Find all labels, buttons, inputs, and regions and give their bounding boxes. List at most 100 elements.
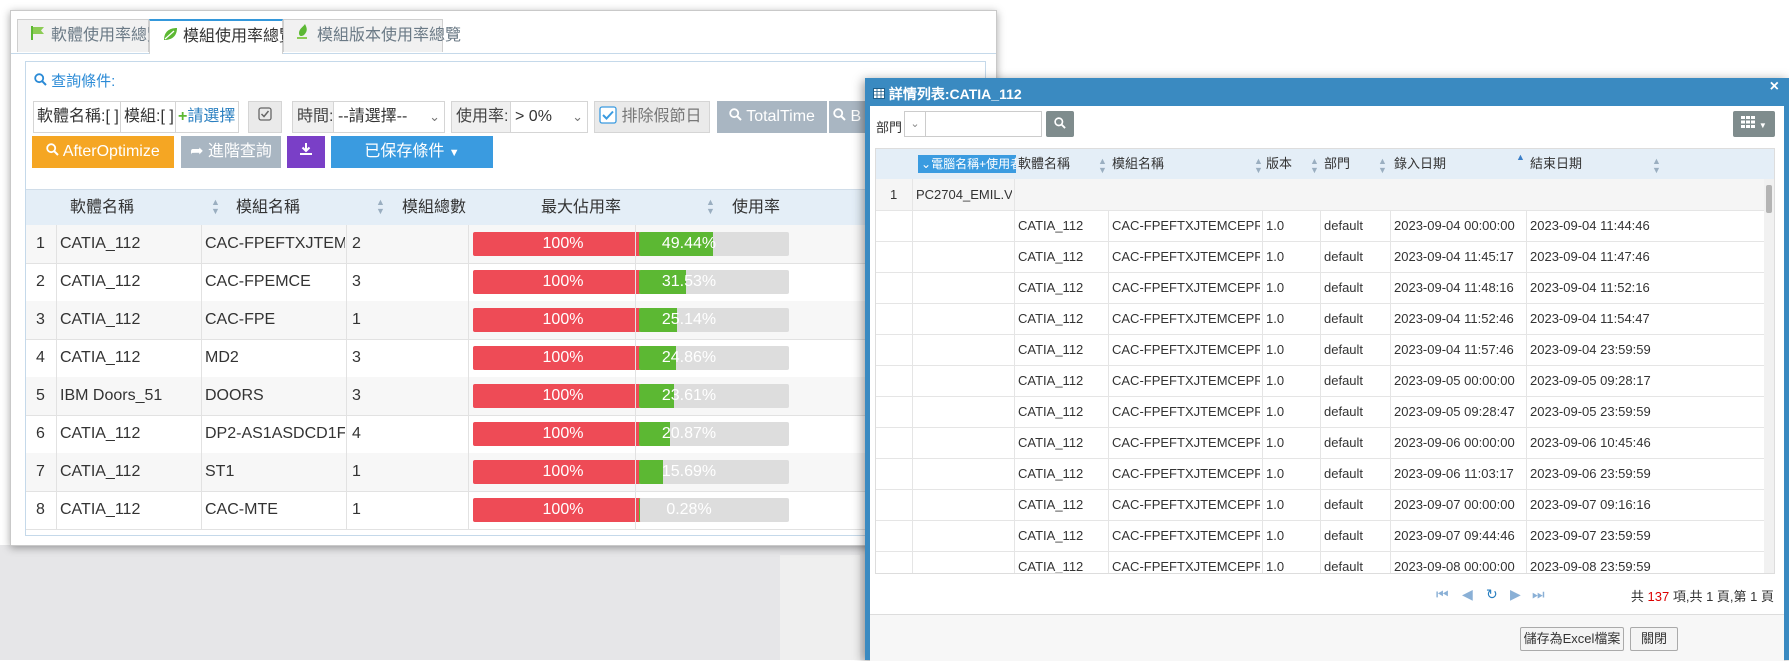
b-button[interactable]: B: [829, 101, 869, 133]
table-row[interactable]: 5IBM Doors_51DOORS3100%23.61%: [26, 377, 976, 416]
cell-divider: [1108, 334, 1109, 365]
search-icon: [833, 108, 850, 125]
table-row[interactable]: CATIA_112CAC-FPEFTXJTEMCEPRXTRE1.0defaul…: [876, 458, 1775, 490]
column-header-module[interactable]: 模組名稱: [1112, 149, 1164, 179]
usage-bar: 49.44%: [639, 232, 789, 256]
table-row[interactable]: CATIA_112CAC-FPEFTXJTEMCEPRXTRE1.0defaul…: [876, 396, 1775, 428]
next-page-icon[interactable]: ▶: [1510, 586, 1521, 603]
group-by-chip[interactable]: ⌄電腦名稱+使用者名: [918, 155, 1016, 173]
table-row[interactable]: 4CATIA_112MD23100%24.86%: [26, 339, 976, 378]
prev-page-icon[interactable]: ◀: [1462, 586, 1473, 603]
table-row[interactable]: 3CATIA_112CAC-FPE1100%25.14%: [26, 301, 976, 340]
scrollbar-thumb[interactable]: [1766, 185, 1772, 213]
table-row[interactable]: CATIA_112CAC-FPEFTXJTEMCEPRXTRE1.0defaul…: [876, 210, 1775, 242]
cell-divider: [1262, 427, 1263, 458]
grid-icon: [1741, 116, 1759, 131]
save-excel-button[interactable]: 儲存為Excel檔案: [1520, 627, 1624, 651]
background-shape: [780, 555, 860, 660]
time-select[interactable]: --請選擇-- ⌄: [333, 101, 445, 133]
advanced-query-button[interactable]: ➦ 進階查詢: [181, 136, 281, 168]
usage-bar: 20.87%: [639, 422, 789, 446]
search-button[interactable]: [1046, 111, 1074, 137]
table-row[interactable]: CATIA_112CAC-FPEFTXJTEMCEPRXTRE1.0defaul…: [876, 365, 1775, 397]
first-page-icon[interactable]: ⏮: [1436, 586, 1449, 603]
start-date-cell: 2023-09-07 09:44:46: [1394, 520, 1515, 551]
table-row[interactable]: CATIA_112CAC-FPEFTXJTEMCEPRXTRE1.0defaul…: [876, 427, 1775, 459]
sort-icon[interactable]: ▲▼: [1378, 157, 1387, 175]
row-index: 2: [36, 263, 45, 301]
plus-icon: +: [178, 108, 187, 125]
after-optimize-button[interactable]: AfterOptimize: [32, 136, 174, 168]
last-page-icon[interactable]: ⏭: [1532, 586, 1545, 603]
sort-icon[interactable]: ▲▼: [1254, 157, 1263, 175]
checkbox-toggle-button[interactable]: [248, 101, 282, 133]
cell-divider: [1526, 241, 1527, 272]
table-row[interactable]: 7CATIA_112ST11100%15.69%: [26, 453, 976, 492]
cell-divider: [912, 427, 913, 458]
cell-divider: [346, 491, 347, 529]
usage-select[interactable]: > 0% ⌄: [510, 101, 588, 133]
usage-select-value: > 0%: [515, 108, 552, 125]
sort-asc-icon[interactable]: ▲: [1516, 153, 1525, 162]
saved-conditions-dropdown[interactable]: 已保存條件 ▼: [331, 136, 493, 168]
table-row[interactable]: 1CATIA_112CAC-FPEFTXJTEMC...2100%49.44%: [26, 225, 976, 264]
download-button[interactable]: [287, 136, 325, 168]
column-header-version[interactable]: 版本: [1266, 149, 1292, 179]
sort-icon[interactable]: ▲▼: [1098, 157, 1107, 175]
table-row[interactable]: CATIA_112CAC-FPEFTXJTEMCEPRXTRE1.0defaul…: [876, 489, 1775, 521]
cell-divider: [1526, 365, 1527, 396]
row-index: 1: [36, 225, 45, 263]
table-row[interactable]: 6CATIA_112DP2-AS1ASDCD1F...4100%20.87%: [26, 415, 976, 454]
column-header-max-usage[interactable]: 最大佔用率: [541, 190, 621, 226]
vertical-scrollbar[interactable]: [1764, 179, 1774, 573]
sort-icon[interactable]: ▲▼: [1310, 157, 1319, 175]
sort-icon[interactable]: ▲▼: [1652, 157, 1661, 175]
column-header-module[interactable]: 模組名稱: [236, 190, 300, 226]
close-button[interactable]: 關閉: [1630, 627, 1678, 651]
table-row[interactable]: CATIA_112CAC-FPEFTXJTEMCEPRXTRE1.0defaul…: [876, 520, 1775, 552]
sort-icon[interactable]: ▲▼: [706, 198, 715, 216]
search-icon: [34, 73, 51, 90]
column-header-software[interactable]: 軟體名稱: [1018, 149, 1070, 179]
sort-icon[interactable]: ▲▼: [211, 198, 220, 216]
table-row[interactable]: CATIA_112CAC-FPEFTXJTEMCEPRXTRE1.0defaul…: [876, 241, 1775, 273]
column-header-start-date[interactable]: 錄入日期: [1394, 149, 1446, 179]
sort-icon[interactable]: ▲▼: [376, 198, 385, 216]
module-filter[interactable]: 模組:[ ]: [120, 101, 176, 133]
column-chooser-button[interactable]: ▼: [1733, 111, 1775, 137]
table-row[interactable]: CATIA_112CAC-FPEFTXJTEMCEPRXTRE1.0defaul…: [876, 272, 1775, 304]
column-header-usage[interactable]: 使用率: [732, 190, 780, 226]
department-dropdown[interactable]: ⌄: [904, 111, 926, 137]
column-header-department[interactable]: 部門: [1324, 149, 1350, 179]
select-link[interactable]: +請選擇: [175, 101, 239, 133]
module-count-cell: 2: [352, 225, 361, 263]
chevron-down-icon: ⌄: [429, 102, 440, 132]
column-header-software[interactable]: 軟體名稱: [70, 190, 134, 226]
department-search-input[interactable]: [926, 111, 1042, 137]
table-row[interactable]: CATIA_112CAC-FPEFTXJTEMCEPRXTRE1.0defaul…: [876, 334, 1775, 366]
tab-software-usage[interactable]: 軟體使用率總覽: [17, 19, 149, 52]
tab-module-version-usage[interactable]: 模組版本使用率總覽: [283, 19, 443, 52]
column-header-end-date[interactable]: 結束日期: [1530, 149, 1582, 179]
exclude-holiday-toggle[interactable]: 排除假節日: [594, 101, 710, 133]
cell-divider: [346, 377, 347, 415]
column-header-module-count[interactable]: 模組總數: [402, 190, 466, 226]
table-row[interactable]: 2CATIA_112CAC-FPEMCE3100%31.53%: [26, 263, 976, 302]
group-row[interactable]: 1PC2704_EMIL.VE...: [876, 179, 1775, 211]
totaltime-button[interactable]: TotalTime: [717, 101, 827, 133]
search-icon: [1054, 116, 1066, 132]
table-row[interactable]: 8CATIA_112CAC-MTE1100%0.28%: [26, 491, 976, 530]
tab-module-usage[interactable]: 模組使用率總覽: [149, 19, 283, 54]
start-date-cell: 2023-09-06 00:00:00: [1394, 427, 1515, 458]
table-row[interactable]: CATIA_112CAC-FPEFTXJTEMCEPRXTRE1.0defaul…: [876, 551, 1775, 574]
refresh-icon[interactable]: ↻: [1486, 586, 1498, 603]
cell-divider: [1108, 520, 1109, 551]
table-row[interactable]: CATIA_112CAC-FPEFTXJTEMCEPRXTRE1.0defaul…: [876, 303, 1775, 335]
cell-divider: [1014, 272, 1015, 303]
tab-label: 軟體使用率總覽: [51, 27, 163, 44]
start-date-cell: 2023-09-08 00:00:00: [1394, 551, 1515, 574]
software-name-filter[interactable]: 軟體名稱:[ ]: [33, 101, 121, 133]
usage-bar-text: 0.28%: [639, 498, 739, 522]
close-icon[interactable]: ×: [1770, 78, 1779, 96]
max-usage-bar: 100%: [473, 460, 653, 484]
